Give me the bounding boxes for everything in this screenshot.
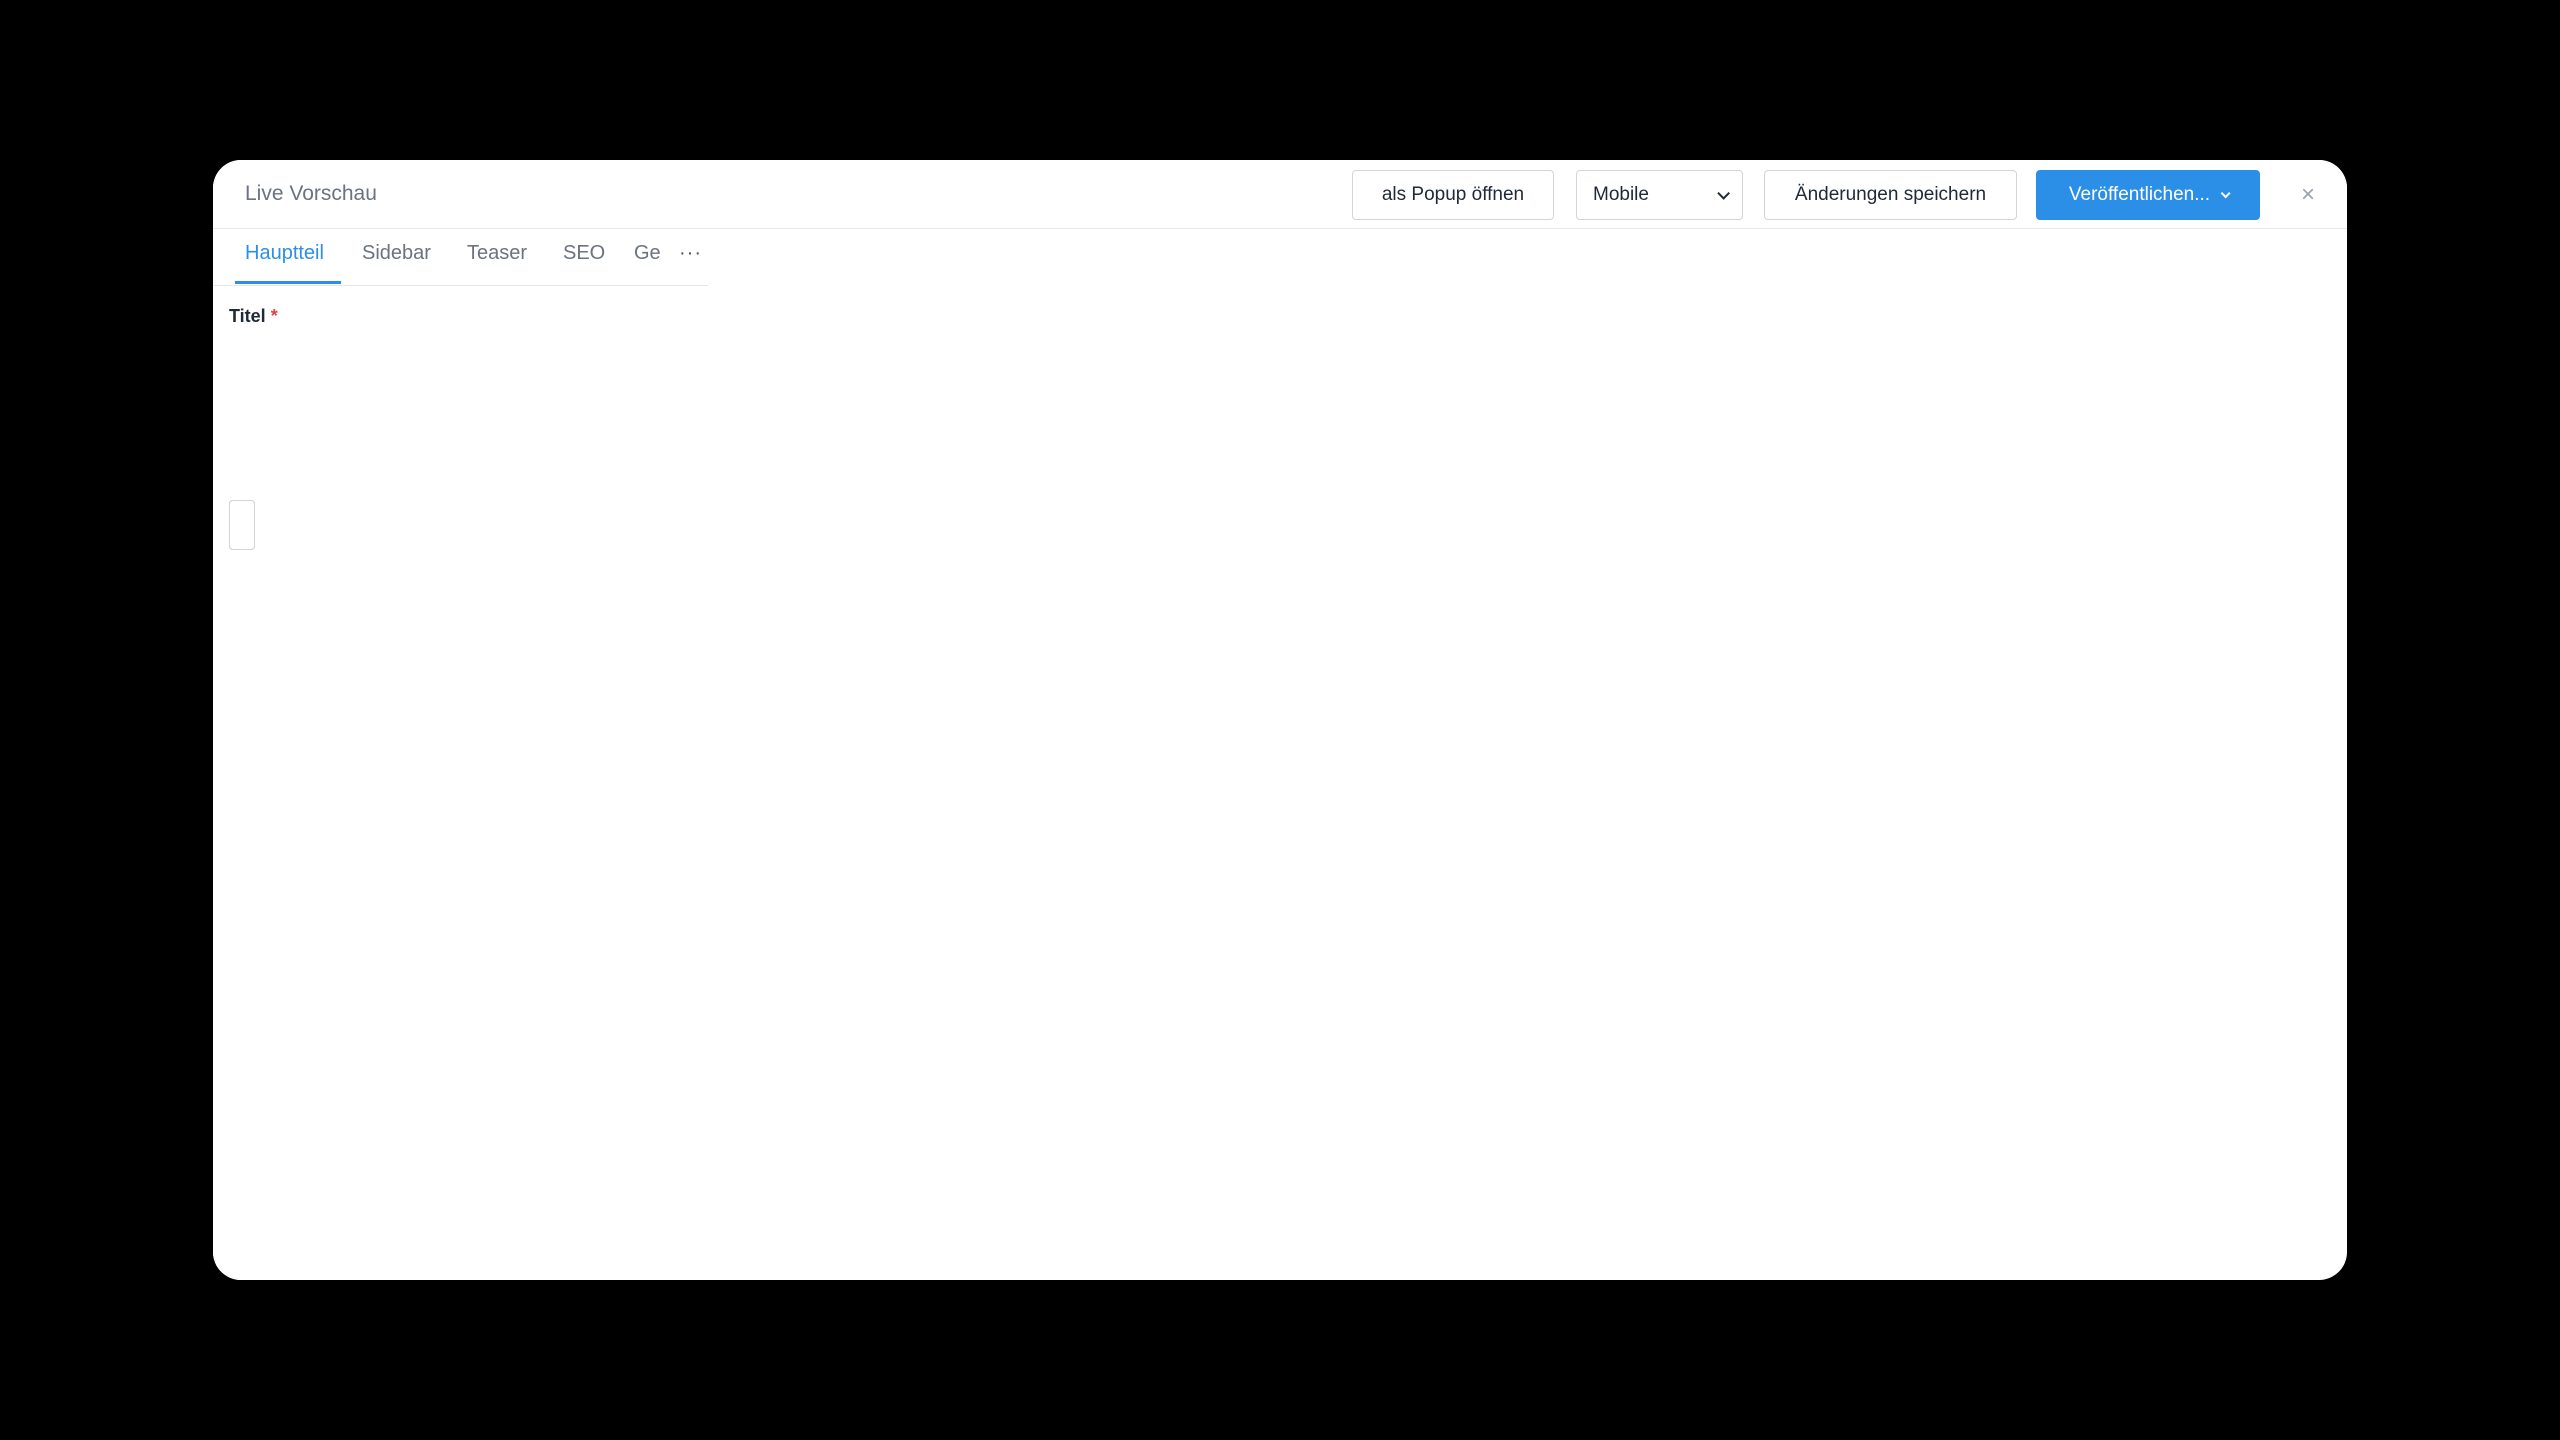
- open-popup-button[interactable]: als Popup öffnen: [1352, 170, 1554, 220]
- titel-label: Titel *: [229, 306, 278, 327]
- tab-sidebar[interactable]: Sidebar: [362, 242, 431, 265]
- save-changes-button[interactable]: Änderungen speichern: [1764, 170, 2017, 220]
- device-select-value: Mobile: [1593, 184, 1649, 205]
- tab-bar: Hauptteil Sidebar Teaser SEO Ge ···: [213, 230, 708, 286]
- edit-panel: Hauptteil Sidebar Teaser SEO Ge ··· Tite…: [213, 230, 733, 1280]
- live-preview-window: Live Vorschau als Popup öffnen Mobile Än…: [213, 160, 2347, 1280]
- chevron-down-icon: [2220, 187, 2231, 198]
- publish-button[interactable]: Veröffentlichen...: [2036, 170, 2260, 220]
- required-mark: *: [270, 306, 278, 326]
- tab-ge[interactable]: Ge: [634, 242, 662, 265]
- tab-teaser[interactable]: Teaser: [467, 242, 527, 265]
- window-title: Live Vorschau: [245, 182, 377, 205]
- device-select[interactable]: Mobile: [1576, 170, 1743, 220]
- titel-label-text: Titel: [229, 306, 266, 326]
- header-bar: Live Vorschau als Popup öffnen Mobile Än…: [213, 160, 2347, 229]
- tab-seo[interactable]: SEO: [563, 242, 605, 265]
- chevron-down-icon: [1717, 186, 1730, 200]
- active-tab-indicator: [235, 281, 341, 284]
- close-icon[interactable]: ×: [2293, 180, 2323, 210]
- tab-hauptteil[interactable]: Hauptteil: [245, 242, 324, 265]
- publish-label: Veröffentlichen...: [2068, 184, 2211, 205]
- more-tabs-icon[interactable]: ···: [679, 242, 702, 265]
